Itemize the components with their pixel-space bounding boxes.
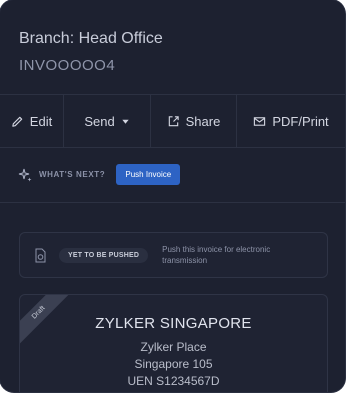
invoice-panel: Branch: Head Office INVOOOOO4 Edit Send … (0, 0, 345, 392)
pdf-print-label: PDF/Print (272, 113, 329, 129)
push-invoice-button[interactable]: Push Invoice (116, 164, 181, 185)
invoice-preview-card: Draft ZYLKER SINGAPORE Zylker Place Sing… (19, 294, 328, 392)
edit-label: Edit (29, 113, 53, 129)
share-button[interactable]: Share (151, 95, 237, 147)
pdf-print-button[interactable]: PDF/Print (237, 95, 345, 147)
branch-title: Branch: Head Office (19, 30, 163, 47)
send-dropdown-button[interactable]: Send (64, 95, 151, 147)
send-label: Send (84, 113, 115, 129)
status-badge: YET TO BE PUSHED (59, 247, 149, 263)
pencil-icon (12, 116, 23, 127)
whats-next-label: WHAT'S NEXT? (39, 170, 106, 179)
invoice-header: Branch: Head Office INVOOOOO4 (0, 0, 345, 93)
whats-next-bar: WHAT'S NEXT? Push Invoice (0, 147, 345, 203)
company-uen: UEN S1234567D (127, 374, 220, 388)
invoice-number: INVOOOOO4 (19, 57, 116, 74)
mail-icon (254, 116, 266, 126)
document-sync-icon (35, 248, 46, 262)
company-name: ZYLKER SINGAPORE (95, 315, 252, 332)
sparkle-icon (18, 168, 32, 181)
action-toolbar: Edit Send Share PDF/Print (0, 94, 345, 148)
push-status-notice: YET TO BE PUSHED Push this invoice for e… (19, 232, 328, 278)
caret-down-icon (122, 119, 129, 124)
address-line-1: Zylker Place (140, 340, 207, 354)
share-label: Share (185, 113, 221, 129)
edit-button[interactable]: Edit (0, 95, 64, 147)
share-icon (168, 115, 179, 126)
push-message: Push this invoice for electronic transmi… (162, 245, 271, 265)
address-line-2: Singapore 105 (134, 357, 213, 371)
